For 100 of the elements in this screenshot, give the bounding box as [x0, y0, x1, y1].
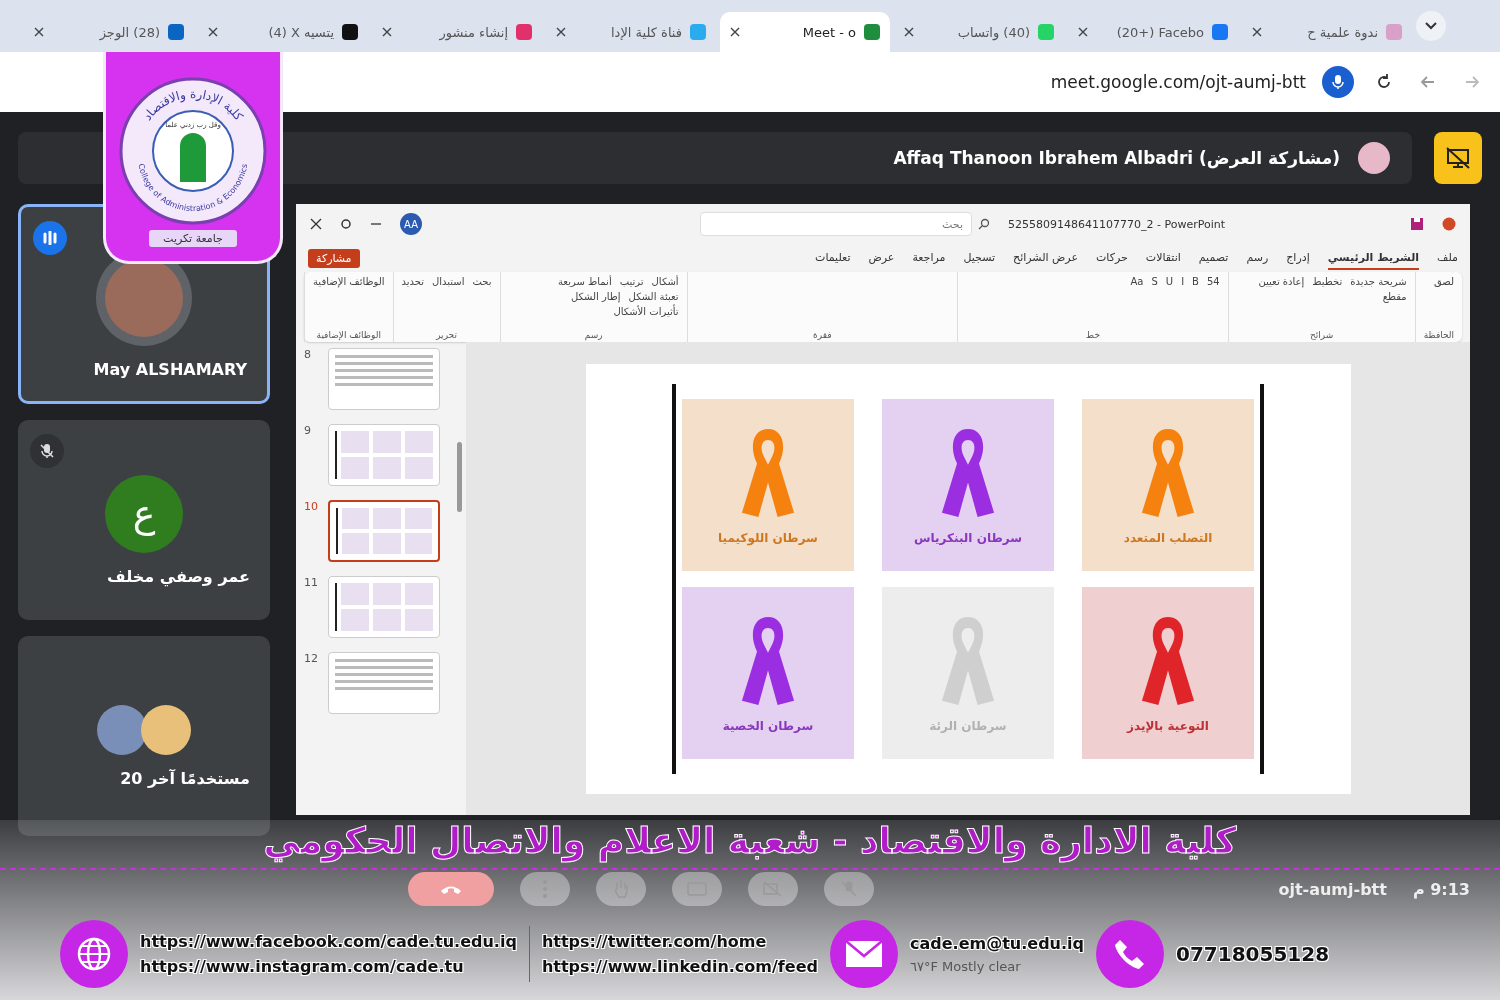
browser-tab[interactable]: (4) X يتسيه	[198, 12, 368, 52]
close-icon[interactable]	[1078, 27, 1088, 37]
chevron-down-icon[interactable]	[1416, 11, 1446, 41]
browser-tab[interactable]: ندوة علمية ح	[1242, 12, 1412, 52]
microphone-button[interactable]	[1322, 66, 1354, 98]
browser-tab[interactable]: (20+) Facebo	[1068, 12, 1238, 52]
ribbon-tool[interactable]: ترتيب	[619, 276, 644, 287]
presenter-name: Affaq Thanoon Ibrahem Albadri (مشاركة العرض)	[893, 148, 1340, 168]
ribbon-tool[interactable]: بحث	[472, 276, 492, 287]
tile-label: التصلب المتعدد	[1123, 530, 1213, 545]
link[interactable]: https://twitter.com/home	[541, 932, 818, 951]
link[interactable]: https://www.linkedin.com/feed	[541, 957, 818, 976]
group-label: الوظائف الإضافية	[315, 330, 382, 340]
ribbon-tool[interactable]: مقطع	[1382, 291, 1407, 302]
ribbon-tab[interactable]: تسجيل	[963, 246, 996, 270]
tile-label: سرطان الرئة	[929, 718, 1007, 733]
slide-number: 9	[304, 424, 312, 439]
browser-tab[interactable]: فناة كلية الإدا	[546, 12, 716, 52]
phone-number[interactable]: 07718055128	[1176, 942, 1330, 966]
browser-tab[interactable]: (40) واتساب	[894, 12, 1064, 52]
participant-name: عمر وصفي مخلف	[107, 566, 251, 586]
ribbon-tool[interactable]: لصق	[1433, 276, 1454, 287]
app-icon	[1442, 217, 1456, 231]
close-icon[interactable]	[904, 27, 914, 37]
photo-placeholder	[141, 704, 191, 755]
meeting-code: ojt-aumj-btt	[1278, 879, 1387, 899]
slide-number: 12	[304, 652, 318, 667]
presentation-off-icon	[1445, 147, 1471, 169]
ribbon-tool[interactable]: S	[1151, 276, 1158, 287]
ribbon-tool[interactable]: إعادة تعيين	[1258, 276, 1305, 287]
tile-label: سرطان البنكرياس	[914, 530, 1022, 545]
ribbon-tab[interactable]: عرض	[868, 246, 895, 270]
ribbon-tool[interactable]: تخطيط	[1312, 276, 1343, 287]
ribbon-tool[interactable]: أنماط سريعة	[558, 276, 612, 287]
hang-up-button[interactable]	[408, 872, 495, 906]
banner-title: كلية الادارة والاقتصاد - شعبة الاعلام والاتصال الحكومي	[262, 820, 1238, 864]
group-label: خط	[1084, 330, 1101, 340]
ribbon-tool[interactable]: Aa	[1130, 276, 1144, 287]
stop-presenting-button[interactable]	[1434, 132, 1482, 184]
close-icon[interactable]	[208, 27, 218, 37]
address-bar[interactable]: meet.google.com/ojt-aumj-btt	[1050, 72, 1306, 92]
user-avatar[interactable]: AA	[400, 213, 422, 235]
close-icon[interactable]	[310, 218, 322, 230]
slide-number: 8	[304, 348, 312, 363]
ribbon-tool[interactable]: الوظائف الإضافية	[313, 276, 385, 287]
ribbon-tool[interactable]: تعبئة الشكل	[628, 291, 679, 302]
ribbon-tab[interactable]: تصميم	[1198, 246, 1229, 270]
logo-caption: جامعة تكريت	[149, 230, 237, 247]
tile-label: سرطان اللوكيميا	[718, 530, 818, 545]
speaking-icon	[33, 221, 67, 255]
share-button[interactable]: مشاركة	[308, 248, 360, 268]
ribbon-tab[interactable]: مراجعة	[912, 246, 946, 270]
ribbon-tab[interactable]: ملف	[1437, 246, 1458, 270]
ribbon-tool[interactable]: I	[1181, 276, 1185, 287]
slide-thumbnail[interactable]	[328, 500, 440, 562]
close-icon[interactable]	[382, 27, 392, 37]
group-label: الحافظة	[1423, 330, 1454, 340]
ribbon-tab[interactable]: تعليمات	[815, 246, 851, 270]
browser-tab[interactable]: (28) الوجز	[24, 12, 194, 52]
ribbon-tab[interactable]: إدراج	[1286, 246, 1310, 270]
ribbon-tab[interactable]: انتقالات	[1145, 246, 1181, 270]
close-icon[interactable]	[1252, 27, 1262, 37]
close-icon[interactable]	[730, 27, 740, 37]
link[interactable]: https://www.facebook.com/cade.tu.edu.iq	[140, 932, 517, 951]
ribbon-tab[interactable]: رسم	[1246, 246, 1269, 270]
microphone-icon	[1332, 74, 1344, 90]
tile-label: التوعية بالإيدز	[1127, 718, 1209, 733]
close-icon[interactable]	[556, 27, 566, 37]
ribbon-tab[interactable]: حركات	[1096, 246, 1128, 270]
ribbon-tool[interactable]: 54	[1206, 276, 1220, 287]
scrollbar[interactable]	[457, 442, 462, 512]
group-label: رسم	[583, 330, 604, 340]
participant-name: 20 مستخدمًا آخر	[120, 768, 251, 788]
participant-name: May ALSHAMARY	[93, 359, 248, 379]
ribbon-tool[interactable]: U	[1165, 276, 1174, 287]
save-icon[interactable]	[1410, 217, 1424, 231]
letter-avatar: ع	[105, 474, 183, 553]
ribbon-tool[interactable]: تأثيرات الأشكال	[613, 306, 679, 317]
ribbon-tab[interactable]: عرض الشرائح	[1013, 246, 1078, 270]
ribbon-tool[interactable]: شريحة جديدة	[1350, 276, 1407, 287]
search-field[interactable]: بحث	[700, 212, 972, 236]
group-label: فقرة	[812, 330, 833, 340]
ribbon-tool[interactable]: أشكال	[651, 276, 679, 287]
ribbon-tool[interactable]: تحديد	[401, 276, 425, 287]
avatar-placeholder	[1358, 142, 1390, 174]
ribbon-tool[interactable]: استبدال	[432, 276, 465, 287]
ribbon-tab[interactable]: الشريط الرئيسي	[1327, 246, 1420, 270]
restore-icon[interactable]	[340, 218, 352, 230]
ribbon-tool[interactable]: B	[1192, 276, 1199, 287]
window-title: 5255809148641107770_2 - PowerPoint	[1008, 217, 1226, 231]
meeting-time: 9:13 م	[1412, 879, 1470, 899]
group-label: شرائح	[1309, 330, 1335, 340]
ribbon-tool[interactable]: إطار الشكل	[570, 291, 621, 302]
search-icon	[978, 218, 990, 230]
close-icon[interactable]	[34, 27, 44, 37]
tile-label: سرطان الخصية	[722, 718, 814, 733]
browser-tab[interactable]: إنشاء منشور	[372, 12, 542, 52]
link[interactable]: https://www.instagram.com/cade.tu	[140, 957, 517, 976]
browser-tab[interactable]: Meet - o	[720, 12, 890, 52]
email-link[interactable]: cade.em@tu.edu.iq	[910, 934, 1084, 953]
